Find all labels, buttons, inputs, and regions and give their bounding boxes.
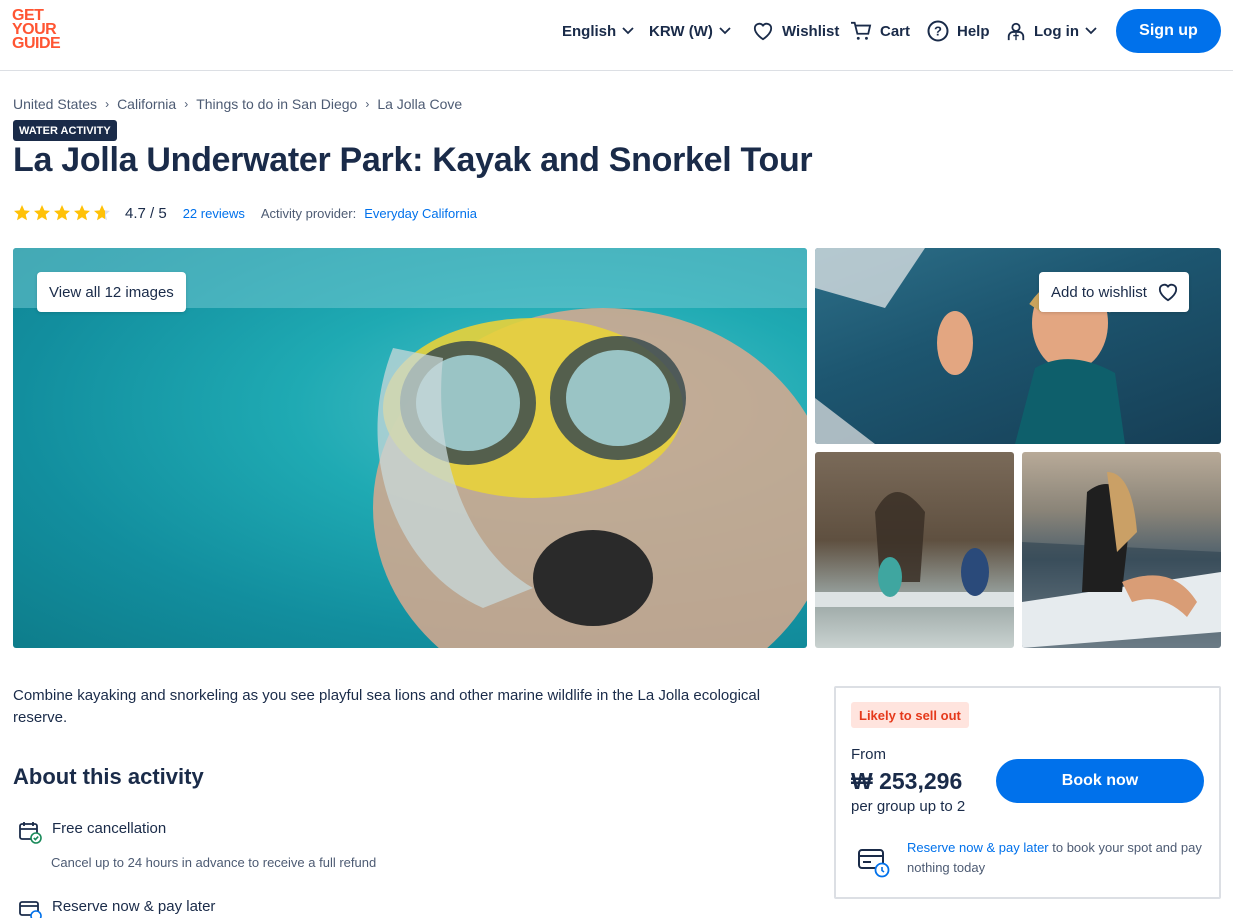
about-activity-heading: About this activity <box>13 764 204 789</box>
heart-icon <box>752 21 774 41</box>
help-link[interactable]: ? Help <box>927 0 990 62</box>
reserve-later-info: Reserve now & pay later to book your spo… <box>907 838 1207 878</box>
activity-summary: Combine kayaking and snorkeling as you s… <box>13 687 761 726</box>
add-to-wishlist-label: Add to wishlist <box>1051 283 1147 301</box>
category-badge: WATER ACTIVITY <box>13 120 117 141</box>
rating-row: 4.7 / 5 22 reviews Activity provider: Ev… <box>13 202 477 224</box>
star-icon <box>94 205 110 221</box>
feature-reserve-pay-later: Reserve now & pay later <box>18 898 215 918</box>
currency-selector[interactable]: KRW (W) <box>649 0 731 62</box>
login-label: Log in <box>1034 22 1079 40</box>
breadcrumb-separator-icon: › <box>184 97 189 111</box>
star-icon <box>54 205 70 221</box>
card-clock-icon <box>858 848 890 883</box>
page-title: La Jolla Underwater Park: Kayak and Snor… <box>13 141 813 179</box>
language-label: English <box>562 22 617 40</box>
chevron-down-icon <box>1085 27 1097 35</box>
main-photo-snorkeler[interactable]: View all 12 images <box>13 248 807 648</box>
feature-subtitle: Cancel up to 24 hours in advance to rece… <box>51 855 377 870</box>
breadcrumb-separator-icon: › <box>365 97 370 111</box>
view-all-images-button[interactable]: View all 12 images <box>37 272 186 312</box>
heart-icon <box>1157 282 1179 302</box>
star-icon <box>14 205 30 221</box>
help-label: Help <box>957 22 990 40</box>
feature-title: Free cancellation <box>52 820 167 837</box>
card-clock-icon <box>18 898 42 918</box>
logo-line-3: GUIDE <box>12 35 61 52</box>
star-icon <box>74 205 90 221</box>
language-selector[interactable]: English <box>562 0 634 62</box>
photo-swimmer-waving[interactable]: Add to wishlist <box>815 248 1221 444</box>
sell-out-badge: Likely to sell out <box>851 702 969 728</box>
star-icon <box>34 205 50 221</box>
login-menu[interactable]: Log in <box>1006 0 1097 62</box>
calendar-check-icon <box>18 820 42 849</box>
reserve-later-link[interactable]: Reserve now & pay later <box>907 840 1049 855</box>
cart-icon <box>850 21 872 41</box>
chevron-down-icon <box>719 27 731 35</box>
feature-title: Reserve now & pay later <box>52 898 216 915</box>
breadcrumb: United States › California › Things to d… <box>13 96 462 112</box>
breadcrumb-item[interactable]: California <box>117 96 176 112</box>
breadcrumb-item[interactable]: La Jolla Cove <box>377 96 462 112</box>
help-icon: ? <box>927 20 949 42</box>
getyourguide-logo[interactable]: GET YOUR GUIDE <box>12 8 72 52</box>
woman-kayak-illustration <box>1022 472 1221 648</box>
reviews-link[interactable]: 22 reviews <box>183 206 245 221</box>
provider-label: Activity provider: <box>260 205 357 221</box>
cart-label: Cart <box>880 22 911 40</box>
breadcrumb-item[interactable]: Things to do in San Diego <box>196 96 357 112</box>
book-now-button[interactable]: Book now <box>996 759 1204 803</box>
price-unit: per group up to 2 <box>851 798 966 815</box>
photo-kayakers-cave[interactable] <box>815 452 1014 648</box>
wishlist-link[interactable]: Wishlist <box>752 0 839 62</box>
cart-link[interactable]: Cart <box>850 0 910 62</box>
kayakers-illustration <box>815 492 1014 607</box>
price-value: ₩ 253,296 <box>851 768 963 794</box>
svg-text:?: ? <box>934 24 942 39</box>
currency-label: KRW (W) <box>649 22 713 40</box>
user-globe-icon <box>1006 21 1026 41</box>
rating-score: 4.7 / 5 <box>125 204 167 222</box>
provider-link[interactable]: Everyday California <box>364 206 477 221</box>
breadcrumb-item[interactable]: United States <box>13 96 97 112</box>
breadcrumb-separator-icon: › <box>105 97 110 111</box>
booking-card: Likely to sell out From ₩ 253,296 per gr… <box>834 686 1221 899</box>
price-from-label: From <box>851 746 886 763</box>
chevron-down-icon <box>622 27 634 35</box>
signup-button[interactable]: Sign up <box>1116 9 1221 53</box>
feature-free-cancellation: Free cancellation <box>18 820 166 849</box>
wishlist-label: Wishlist <box>782 22 840 40</box>
site-header: GET YOUR GUIDE English KRW (W) Wishlist … <box>0 0 1233 71</box>
photo-woman-on-kayak[interactable] <box>1022 452 1221 648</box>
add-to-wishlist-button[interactable]: Add to wishlist <box>1039 272 1189 312</box>
star-rating <box>13 204 111 222</box>
